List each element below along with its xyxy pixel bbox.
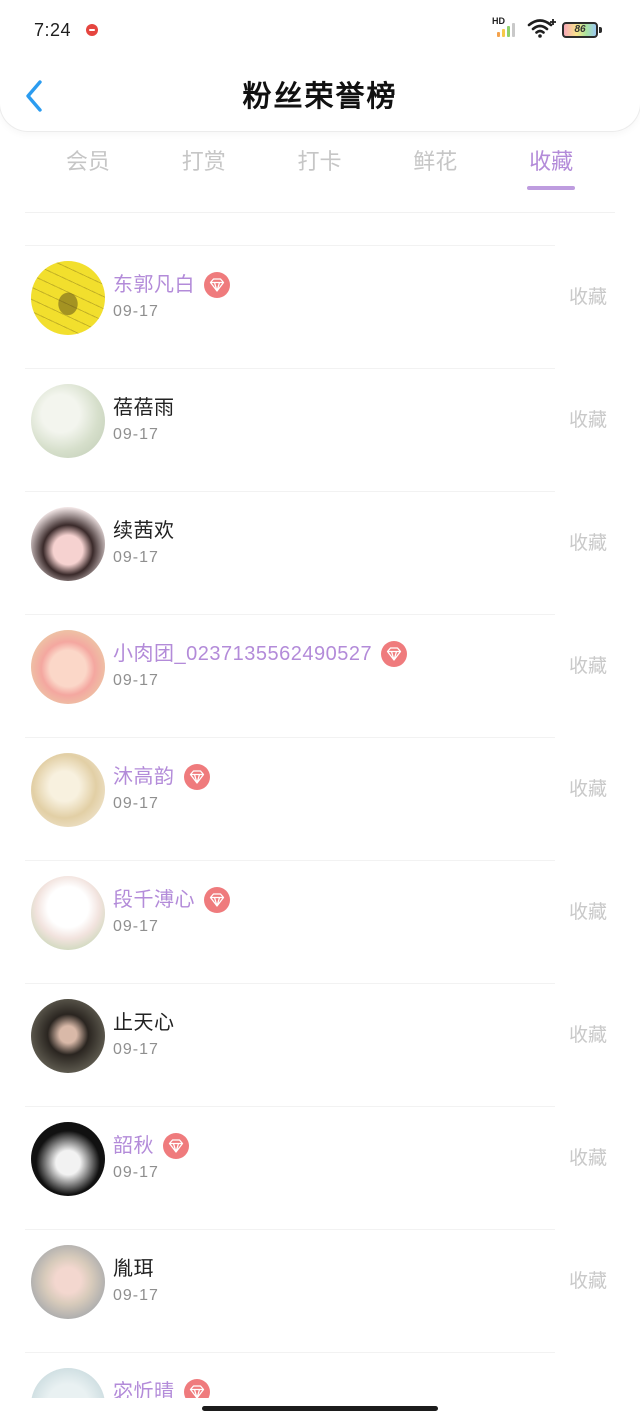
avatar[interactable] <box>31 753 105 827</box>
fan-name: 段千溥心 <box>113 889 195 911</box>
fan-row[interactable]: 韶秋 09-17 收藏 <box>0 1106 640 1229</box>
fan-name-line: 蓓蓓雨 <box>113 395 175 421</box>
page-title: 粉丝荣誉榜 <box>242 81 398 113</box>
avatar[interactable] <box>31 630 105 704</box>
action-label: 收藏 <box>568 1148 607 1169</box>
fan-date: 09-17 <box>113 672 159 689</box>
fan-name-line: 宓忻晴 <box>113 1379 210 1398</box>
tab-label: 鲜花 <box>413 149 458 174</box>
avatar[interactable] <box>31 876 105 950</box>
fan-row[interactable]: 小肉团_0237135562490527 09-17 收藏 <box>0 614 640 737</box>
action-label: 收藏 <box>568 779 607 800</box>
tabs-divider <box>25 212 615 213</box>
tab-members[interactable]: 会员 <box>30 140 146 192</box>
action-label: 收藏 <box>568 533 607 554</box>
fan-row[interactable]: 东郭凡白 09-17 收藏 <box>0 245 640 368</box>
fan-name-line: 韶秋 <box>113 1133 189 1159</box>
tab-rewards[interactable]: 打赏 <box>146 140 262 192</box>
fan-date: 09-17 <box>113 1041 159 1058</box>
signal-icon <box>497 23 515 37</box>
fan-date: 09-17 <box>113 549 159 566</box>
diamond-badge-icon <box>204 272 230 298</box>
action-label: 收藏 <box>568 1271 607 1292</box>
fan-name-line: 段千溥心 <box>113 887 230 913</box>
fan-date: 09-17 <box>113 918 159 935</box>
diamond-badge-icon <box>204 887 230 913</box>
fan-name-line: 沐高韵 <box>113 764 210 790</box>
tab-favorites[interactable]: 收藏 <box>493 140 609 192</box>
fan-row[interactable]: 续茜欢 09-17 收藏 <box>0 491 640 614</box>
header-bar: 7:24 HD 86 粉丝荣誉榜 <box>0 0 640 131</box>
ranking-tabs: 会员 打赏 打卡 鲜花 收藏 <box>30 140 609 192</box>
avatar[interactable] <box>31 1245 105 1319</box>
action-label: 收藏 <box>568 1025 607 1046</box>
fan-name: 沐高韵 <box>113 766 175 788</box>
fan-name-line: 续茜欢 <box>113 518 175 544</box>
battery-icon: 86 <box>562 22 598 38</box>
diamond-badge-icon <box>381 641 408 667</box>
tab-label: 收藏 <box>529 149 574 174</box>
avatar[interactable] <box>31 1122 105 1196</box>
tab-label: 打卡 <box>297 149 342 174</box>
fan-name: 小肉团_0237135562490527 <box>113 643 373 665</box>
action-label: 收藏 <box>568 410 607 431</box>
fan-name: 止天心 <box>113 1012 175 1034</box>
diamond-badge-icon <box>163 1133 189 1159</box>
avatar[interactable] <box>31 384 105 458</box>
fan-row[interactable]: 胤珥 09-17 收藏 <box>0 1229 640 1352</box>
avatar[interactable] <box>31 999 105 1073</box>
notification-app-icon <box>86 24 98 36</box>
fan-name-line: 胤珥 <box>113 1256 154 1282</box>
fan-date: 09-17 <box>113 1287 159 1304</box>
fan-name: 胤珥 <box>113 1258 154 1280</box>
fan-row[interactable]: 蓓蓓雨 09-17 收藏 <box>0 368 640 491</box>
home-indicator[interactable] <box>202 1406 438 1411</box>
diamond-badge-icon <box>183 764 210 790</box>
avatar[interactable] <box>31 507 105 581</box>
battery-nub <box>599 27 602 33</box>
fan-row[interactable]: 止天心 09-17 收藏 <box>0 983 640 1106</box>
status-time: 7:24 <box>34 20 72 40</box>
action-label: 收藏 <box>568 656 607 677</box>
fan-name: 续茜欢 <box>113 520 175 542</box>
tab-checkin[interactable]: 打卡 <box>262 140 378 192</box>
fan-name-line: 东郭凡白 <box>113 272 230 298</box>
fan-date: 09-17 <box>113 426 159 443</box>
avatar[interactable] <box>31 1368 105 1398</box>
fan-name: 蓓蓓雨 <box>113 397 175 419</box>
fan-row[interactable]: 沐高韵 09-17 收藏 <box>0 737 640 860</box>
tab-label: 打赏 <box>181 149 226 174</box>
tab-flowers[interactable]: 鲜花 <box>377 140 493 192</box>
fan-date: 09-17 <box>113 303 159 320</box>
fan-name: 宓忻晴 <box>113 1381 175 1398</box>
action-label: 收藏 <box>568 287 607 308</box>
avatar[interactable] <box>31 261 105 335</box>
tab-underline <box>527 186 576 190</box>
fan-name-line: 小肉团_0237135562490527 <box>113 641 408 667</box>
fan-name-line: 止天心 <box>113 1010 175 1036</box>
fan-list[interactable]: 东郭凡白 09-17 收藏 蓓蓓雨 09-17 收藏 续茜欢 09-17 收藏 … <box>0 245 640 1398</box>
wifi-icon <box>527 19 556 38</box>
diamond-badge-icon <box>183 1379 210 1398</box>
fan-date: 09-17 <box>113 1164 159 1181</box>
fan-name: 韶秋 <box>113 1135 154 1157</box>
fan-date: 09-17 <box>113 795 159 812</box>
fan-row[interactable]: 宓忻晴 <box>0 1352 640 1398</box>
fan-row[interactable]: 段千溥心 09-17 收藏 <box>0 860 640 983</box>
fan-name: 东郭凡白 <box>113 274 195 296</box>
action-label: 收藏 <box>568 902 607 923</box>
tab-label: 会员 <box>65 149 110 174</box>
